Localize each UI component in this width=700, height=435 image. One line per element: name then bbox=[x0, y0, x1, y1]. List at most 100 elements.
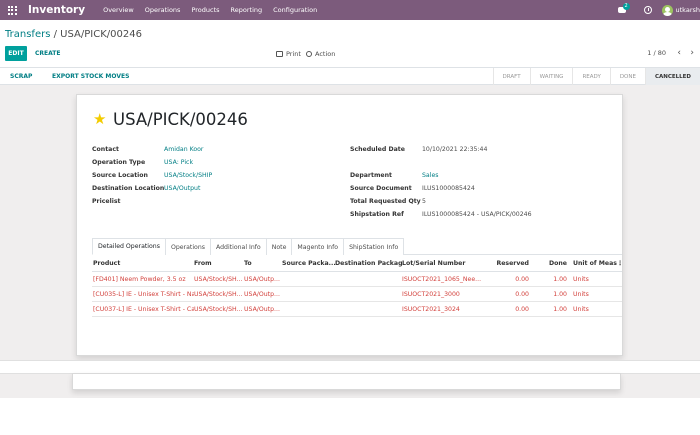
breadcrumb-separator: / bbox=[53, 29, 57, 40]
cell-done: 1.00 bbox=[553, 290, 567, 298]
pager-prev-icon[interactable]: ‹ bbox=[677, 48, 681, 58]
col-product[interactable]: Product bbox=[92, 260, 194, 267]
activity-clock-icon[interactable] bbox=[643, 6, 652, 14]
col-unit-of-measure[interactable]: Unit of Measure bbox=[567, 260, 617, 267]
tab-magento-info[interactable]: Magento Info bbox=[291, 238, 345, 255]
notebook-tabs: Detailed Operations Operations Additiona… bbox=[92, 238, 622, 255]
cell-done: 1.00 bbox=[553, 305, 567, 313]
scheduled-date-value[interactable]: 10/10/2021 22:35:44 bbox=[422, 146, 487, 153]
print-button[interactable]: Print bbox=[276, 50, 301, 58]
source-location-label: Source Location bbox=[92, 172, 148, 179]
table-header: Product From To Source Packa... Destinat… bbox=[92, 256, 622, 272]
col-source-package[interactable]: Source Packa... bbox=[282, 260, 335, 267]
pager-value[interactable]: 1 / 80 bbox=[647, 49, 666, 57]
col-done[interactable]: Done bbox=[529, 260, 567, 267]
contact-value[interactable]: Amidan Koor bbox=[164, 146, 203, 153]
cell-product: [CU035-L] IE - Unisex T-Shirt - Nav... bbox=[93, 290, 194, 298]
user-avatar[interactable] bbox=[661, 4, 673, 16]
app-brand[interactable]: Inventory bbox=[28, 4, 85, 16]
cell-reserved: 0.00 bbox=[515, 305, 529, 313]
breadcrumb-transfers[interactable]: Transfers bbox=[5, 29, 50, 40]
tab-note[interactable]: Note bbox=[265, 238, 293, 255]
tab-shipstation-info[interactable]: ShipStation Info bbox=[343, 238, 405, 255]
cell-lot-serial: ISUOCT2021_1065_Nee... bbox=[402, 275, 482, 283]
menu-configuration[interactable]: Configuration bbox=[273, 6, 317, 14]
export-stock-moves-button[interactable]: EXPORT STOCK MOVES bbox=[52, 73, 129, 80]
cell-reserved: 0.00 bbox=[515, 275, 529, 283]
cell-done: 1.00 bbox=[553, 275, 567, 283]
table-row[interactable]: [FD401] Neem Powder, 3.5 oz USA/Stock/SH… bbox=[92, 272, 622, 287]
menu-reporting[interactable]: Reporting bbox=[231, 6, 263, 14]
cell-product: [FD401] Neem Powder, 3.5 oz bbox=[93, 275, 186, 283]
total-requested-qty-label: Total Requested Qty bbox=[350, 198, 421, 205]
stage-ready: READY bbox=[572, 68, 609, 85]
stage-cancelled: CANCELLED bbox=[644, 68, 700, 85]
menu-products[interactable]: Products bbox=[191, 6, 219, 14]
edit-button[interactable]: EDIT bbox=[5, 46, 27, 61]
menu-operations[interactable]: Operations bbox=[145, 6, 181, 14]
cell-lot-serial: ISUOCT2021_3000 bbox=[402, 290, 460, 298]
tab-detailed-operations[interactable]: Detailed Operations bbox=[92, 238, 166, 255]
apps-menu-icon[interactable] bbox=[6, 4, 18, 16]
messages-badge: 2 bbox=[622, 3, 630, 10]
table-row[interactable]: [CU037-L] IE - Unisex T-Shirt - Car... U… bbox=[92, 302, 622, 317]
col-reserved[interactable]: Reserved bbox=[482, 260, 529, 267]
stage-pipeline: DRAFT WAITING READY DONE CANCELLED bbox=[492, 68, 700, 85]
record-title: USA/PICK/00246 bbox=[113, 110, 248, 129]
chatter-separator bbox=[0, 360, 700, 374]
tab-additional-info[interactable]: Additional Info bbox=[209, 238, 267, 255]
navbar-systray: 2 utkarsh bbox=[617, 0, 700, 20]
pricelist-label: Pricelist bbox=[92, 198, 121, 205]
create-button[interactable]: CREATE bbox=[35, 50, 61, 57]
cell-unit-of-measure: Units bbox=[573, 290, 589, 298]
department-label: Department bbox=[350, 172, 392, 179]
page-footer-area bbox=[0, 398, 700, 435]
main-menu: Overview Operations Products Reporting C… bbox=[103, 6, 317, 14]
top-navbar: Inventory Overview Operations Products R… bbox=[0, 0, 700, 20]
cell-to: USA/Outp... bbox=[244, 290, 280, 298]
source-document-label: Source Document bbox=[350, 185, 412, 192]
scrap-button[interactable]: SCRAP bbox=[10, 73, 32, 80]
department-value[interactable]: Sales bbox=[422, 172, 438, 179]
cell-unit-of-measure: Units bbox=[573, 305, 589, 313]
col-to[interactable]: To bbox=[244, 260, 282, 267]
source-document-value[interactable]: ILUS1000085424 bbox=[422, 185, 475, 192]
col-lot-serial[interactable]: Lot/Serial Number bbox=[402, 260, 482, 267]
scheduled-date-label: Scheduled Date bbox=[350, 146, 405, 153]
tab-operations[interactable]: Operations bbox=[164, 238, 211, 255]
optional-columns-icon[interactable]: ⋮ bbox=[617, 260, 622, 267]
breadcrumb: Transfers / USA/PICK/00246 bbox=[5, 29, 142, 40]
shipstation-ref-value[interactable]: ILUS1000085424 - USA/PICK/00246 bbox=[422, 211, 532, 218]
shipstation-ref-label: Shipstation Ref bbox=[350, 211, 404, 218]
menu-overview[interactable]: Overview bbox=[103, 6, 134, 14]
pager-next-icon[interactable]: › bbox=[690, 48, 694, 58]
cell-from: USA/Stock/SH... bbox=[194, 305, 243, 313]
action-label: Action bbox=[315, 50, 336, 58]
destination-location-value[interactable]: USA/Output bbox=[164, 185, 200, 192]
action-button[interactable]: Action bbox=[306, 50, 335, 58]
cell-reserved: 0.00 bbox=[515, 290, 529, 298]
favorite-star-icon[interactable]: ★ bbox=[93, 112, 106, 127]
form-sheet: ★ USA/PICK/00246 Contact Amidan Koor Ope… bbox=[76, 94, 623, 356]
cell-to: USA/Outp... bbox=[244, 275, 280, 283]
status-bar: SCRAP EXPORT STOCK MOVES DRAFT WAITING R… bbox=[0, 68, 700, 85]
chatter-panel bbox=[72, 373, 621, 390]
destination-location-label: Destination Location bbox=[92, 185, 165, 192]
total-requested-qty-value: 5 bbox=[422, 198, 426, 205]
user-name[interactable]: utkarsh bbox=[676, 6, 700, 14]
cell-from: USA/Stock/SH... bbox=[194, 290, 243, 298]
gear-icon bbox=[306, 51, 312, 57]
breadcrumb-current: USA/PICK/00246 bbox=[60, 29, 142, 40]
messages-icon[interactable]: 2 bbox=[617, 3, 630, 14]
table-row[interactable]: [CU035-L] IE - Unisex T-Shirt - Nav... U… bbox=[92, 287, 622, 302]
col-from[interactable]: From bbox=[194, 260, 244, 267]
col-destination-package[interactable]: Destination Package bbox=[335, 260, 402, 267]
operation-type-value[interactable]: USA: Pick bbox=[164, 159, 193, 166]
source-location-value[interactable]: USA/Stock/SHIP bbox=[164, 172, 212, 179]
operation-type-label: Operation Type bbox=[92, 159, 146, 166]
print-icon bbox=[276, 51, 283, 57]
contact-label: Contact bbox=[92, 146, 119, 153]
print-label: Print bbox=[286, 50, 301, 58]
cell-product: [CU037-L] IE - Unisex T-Shirt - Car... bbox=[93, 305, 194, 313]
stage-waiting: WAITING bbox=[529, 68, 573, 85]
